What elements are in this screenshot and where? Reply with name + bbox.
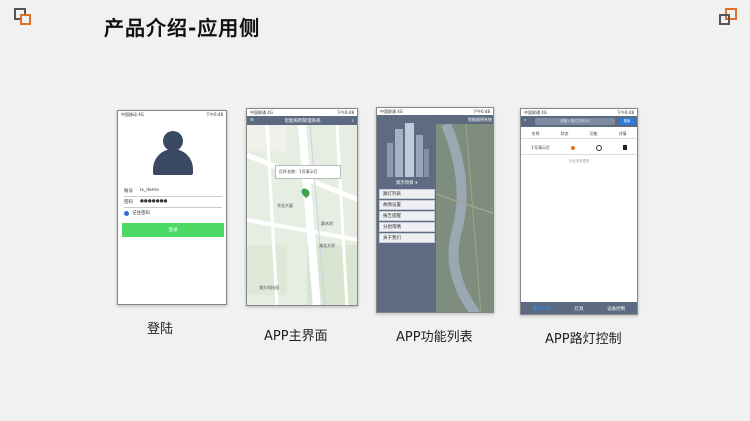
map-roads: [247, 124, 357, 305]
menu-item-group-strategy[interactable]: 分组策略: [379, 222, 435, 232]
light-popup[interactable]: 灯杆名称：1号演示灯: [275, 165, 341, 179]
caption-light-control: APP路灯控制: [545, 332, 622, 347]
tab-device-control[interactable]: 设备控制: [607, 306, 625, 312]
status-bar: 中国移动 4G 下午6:48: [121, 111, 223, 117]
avatar: [153, 131, 193, 175]
map-label: 湖北大学: [319, 243, 335, 248]
login-button[interactable]: 登录: [122, 223, 224, 237]
status-bar: 中国联通 4G 下午6:48: [250, 109, 354, 115]
menu-item-about-us[interactable]: 关于我们: [379, 233, 435, 243]
password-field[interactable]: 密码 ●●●●●●●: [124, 199, 222, 208]
caption-login: 登陆: [147, 322, 174, 337]
menu-icon[interactable]: ≡: [250, 118, 254, 123]
bottom-tabs: 路灯列表 灯具 设备控制: [521, 302, 637, 314]
login-screenshot: 中国移动 4G 下午6:48 账号 lx_demo 密码 ●●●●●●● 记住密…: [117, 110, 227, 305]
map-background: [436, 124, 493, 312]
remember-password-checkbox[interactable]: 记住密码: [124, 210, 150, 216]
table-row[interactable]: 1号演示灯: [521, 141, 637, 155]
status-bar: 中国联通 4G 下午6:48: [524, 109, 634, 115]
app-header: ≡ 智能照明管理系统 ⌕: [247, 116, 357, 125]
map-screenshot: 中国联通 4G 下午6:48 ≡ 智能照明管理系统 ⌕ 灯杆名称：1号演示灯 华…: [246, 108, 358, 306]
search-button[interactable]: 搜索: [619, 118, 635, 125]
light-control-screenshot: 中国联通 4G 下午6:48 ‹ 请输入路灯名称/ID 搜索 名称 状态 功能 …: [520, 108, 638, 315]
search-bar: ‹ 请输入路灯名称/ID 搜索: [521, 116, 637, 127]
caption-menu: APP功能列表: [396, 330, 473, 345]
map-label: 华业大厦: [277, 203, 293, 208]
map-label: 湖大科技园: [259, 285, 279, 290]
map-preview: 智能照明系统: [436, 115, 493, 312]
menu-screenshot: 中国联通 4G 下午6:48 演示项目 ▾ 路灯列表 故障设置 报告提醒 分组策…: [376, 107, 494, 313]
account-field[interactable]: 账号 lx_demo: [124, 188, 222, 197]
project-selector[interactable]: 演示项目 ▾: [377, 180, 436, 186]
tab-lamps[interactable]: 灯具: [574, 306, 583, 312]
map-view[interactable]: 灯杆名称：1号演示灯 华业大厦 赛木桥 湖北大学 湖大科技园: [247, 124, 357, 305]
back-icon[interactable]: ‹: [524, 117, 526, 124]
side-menu: 演示项目 ▾ 路灯列表 故障设置 报告提醒 分组策略 关于我们: [377, 115, 436, 312]
bulb-icon[interactable]: [595, 144, 602, 151]
document-icon[interactable]: [622, 145, 627, 150]
search-icon[interactable]: ⌕: [351, 118, 354, 124]
status-dot-icon: [570, 145, 575, 150]
menu-item-fault-settings[interactable]: 故障设置: [379, 200, 435, 210]
city-skyline-image: [383, 121, 429, 177]
table-header: 名称 状态 功能 详情: [521, 129, 637, 139]
caption-main: APP主界面: [264, 329, 328, 344]
empty-hint: 已经没有更多: [568, 159, 590, 163]
menu-item-report-reminder[interactable]: 报告提醒: [379, 211, 435, 221]
slide-title: 产品介绍-应用侧: [104, 16, 261, 40]
checkbox-icon: [124, 210, 129, 216]
company-logo: [14, 8, 32, 26]
tab-light-list[interactable]: 路灯列表: [533, 306, 551, 312]
company-logo-right: [719, 8, 737, 26]
menu-item-light-list[interactable]: 路灯列表: [379, 189, 435, 199]
map-label: 赛木桥: [321, 221, 333, 226]
status-bar: 中国联通 4G 下午6:48: [377, 108, 493, 115]
search-input[interactable]: 请输入路灯名称/ID: [535, 118, 615, 125]
